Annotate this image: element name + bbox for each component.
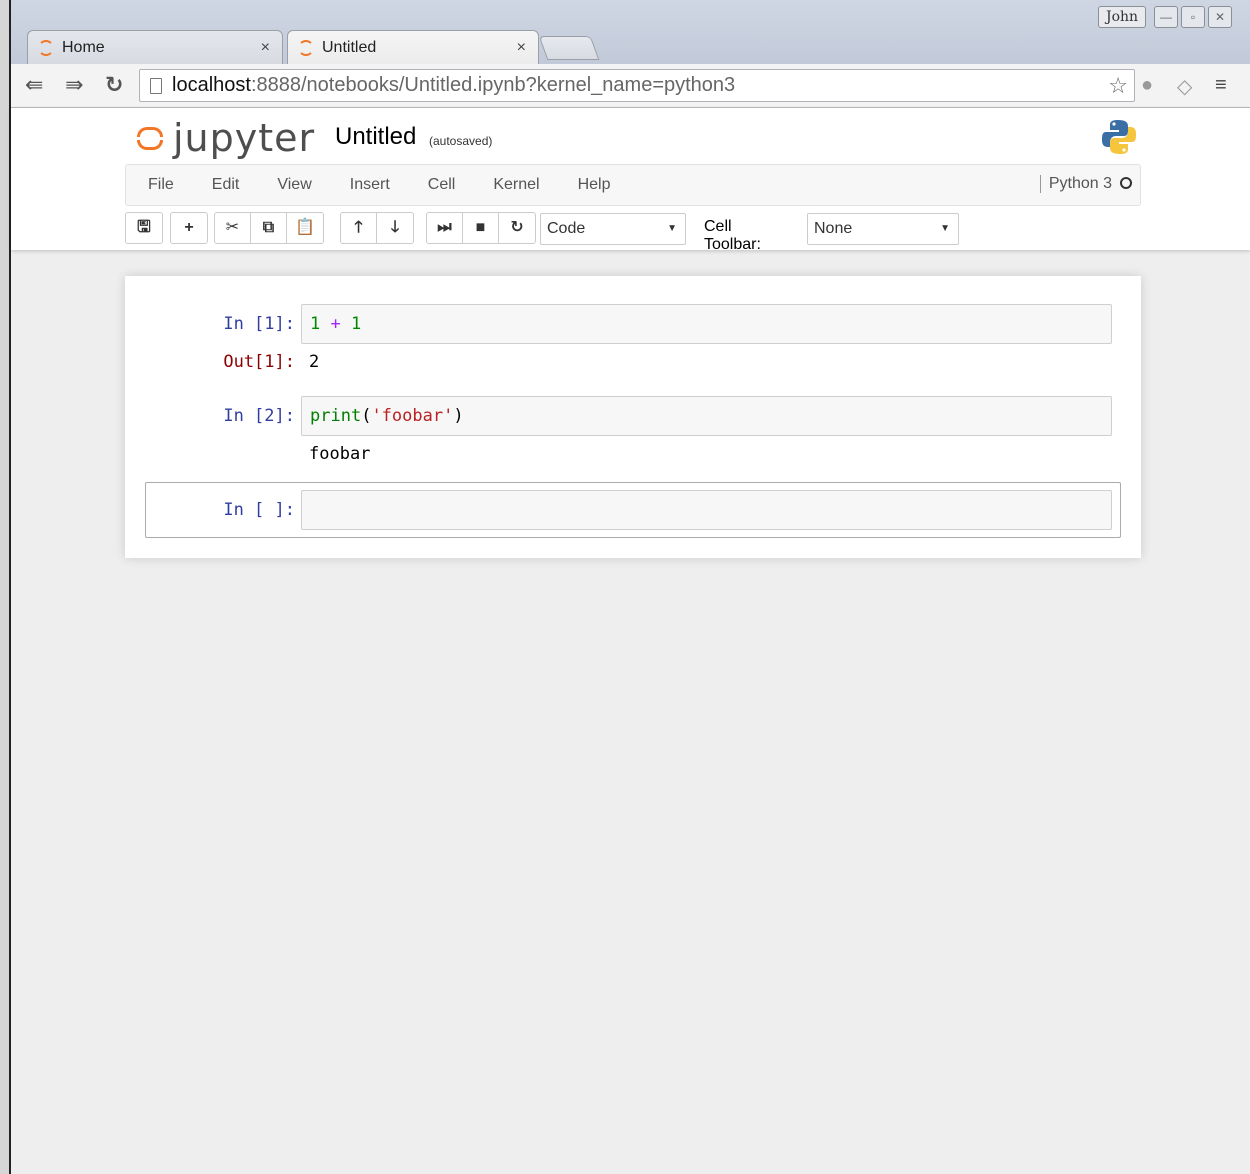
address-bar[interactable]: localhost:8888/notebooks/Untitled.ipynb?… [139,69,1135,102]
bookmark-star-icon[interactable]: ☆ [1108,70,1128,101]
jupyter-page: jupyter Untitled (autosaved) File Edit V… [11,108,1250,1174]
move-group: 🡑 🡓 [340,212,414,244]
cell-output: 2 [309,352,320,372]
tab-home[interactable]: Home × [27,30,283,64]
cell-toolbar-value: None [814,220,853,237]
tab-home-label: Home [62,38,105,56]
menu-kernel[interactable]: Kernel [493,176,539,194]
code-cell-input[interactable]: 1 + 1 [301,304,1112,344]
notebook-title[interactable]: Untitled [335,123,416,151]
browser-window: Home × Untitled × John — ▫ ✕ ⇚ ⇛ ↻ local… [9,0,1250,1174]
cell-type-value: Code [547,220,586,237]
notebook-header: jupyter Untitled (autosaved) File Edit V… [11,108,1250,253]
chevron-down-icon: ▼ [940,223,950,234]
minimize-icon[interactable]: — [1154,6,1178,28]
title-bar: Home × Untitled × John — ▫ ✕ [11,0,1250,64]
code-token: 'foobar' [371,406,454,426]
kernel-indicator: Python 3 [1039,175,1132,193]
input-prompt: In [2]: [223,406,295,426]
menu-file[interactable]: File [148,176,174,194]
code-token: 1 [310,314,321,334]
jupyter-logo[interactable]: jupyter [137,116,315,160]
restart-icon[interactable]: ↻ [499,213,535,243]
menu-edit[interactable]: Edit [212,176,240,194]
menu-icon[interactable]: ≡ [1215,74,1227,97]
menu-cell[interactable]: Cell [428,176,456,194]
profile-button[interactable]: John [1098,6,1146,28]
code-cell-input[interactable] [301,490,1112,530]
jupyter-logo-text: jupyter [173,116,316,160]
tab-close-icon[interactable]: × [517,39,526,57]
menu-help[interactable]: Help [578,176,611,194]
code-token: ) [453,406,464,426]
url-path: :8888/notebooks/Untitled.ipynb?kernel_na… [250,74,736,96]
tab-close-icon[interactable]: × [261,39,270,57]
move-down-icon[interactable]: 🡓 [377,213,413,243]
cell-toolbar-select[interactable]: None ▼ [807,213,959,245]
navigation-bar: ⇚ ⇛ ↻ localhost:8888/notebooks/Untitled.… [11,64,1250,108]
cut-icon[interactable]: ✂ [215,213,251,243]
kernel-name: Python 3 [1048,175,1112,192]
interrupt-icon[interactable]: ■ [463,213,499,243]
code-token: 1 [351,314,362,334]
extension-icon[interactable]: ● [1141,74,1153,97]
save-group: 🖫 [125,212,163,244]
notebook-container: In [1]: 1 + 1 Out[1]: 2 In [2]: print('f… [125,276,1141,558]
shield-extension-icon[interactable]: ◇ [1177,74,1192,99]
kernel-idle-icon [1120,177,1132,189]
menu-view[interactable]: View [277,176,311,194]
page-icon [150,78,162,94]
tab-untitled-label: Untitled [322,38,377,56]
chevron-down-icon: ▼ [667,223,677,234]
code-cell-input[interactable]: print('foobar') [301,396,1112,436]
autosave-status: (autosaved) [429,134,493,148]
code-token: print [310,406,362,426]
insert-group: + [170,212,208,244]
move-up-icon[interactable]: 🡑 [341,213,377,243]
menu-bar: File Edit View Insert Cell Kernel Help P… [125,164,1141,206]
forward-icon[interactable]: ⇛ [65,74,83,96]
save-icon[interactable]: 🖫 [126,213,162,243]
jupyter-logo-icon [137,125,163,151]
code-token: + [330,314,341,334]
input-prompt: In [ ]: [223,500,295,520]
back-icon[interactable]: ⇚ [25,74,43,96]
maximize-icon[interactable]: ▫ [1181,6,1205,28]
url-host: localhost [172,74,251,96]
new-tab-button[interactable] [538,36,600,60]
insert-cell-icon[interactable]: + [171,213,207,243]
code-token: ( [361,406,372,426]
close-window-icon[interactable]: ✕ [1208,6,1232,28]
run-cell-icon[interactable]: ⏭ [427,213,463,243]
python-logo-icon [1102,120,1136,154]
cell-output: foobar [309,444,371,464]
cell-type-select[interactable]: Code ▼ [540,213,686,245]
menu-insert[interactable]: Insert [350,176,390,194]
jupyter-favicon-icon [38,39,54,56]
edit-group: ✂ ⧉ 📋 [214,212,324,244]
input-prompt: In [1]: [223,314,295,334]
paste-icon[interactable]: 📋 [287,213,323,243]
run-group: ⏭ ■ ↻ [426,212,536,244]
copy-icon[interactable]: ⧉ [251,213,287,243]
tab-untitled[interactable]: Untitled × [287,30,539,64]
reload-icon[interactable]: ↻ [105,74,123,96]
output-prompt: Out[1]: [223,352,295,372]
jupyter-favicon-icon [298,39,314,56]
cell-toolbar-label: Cell Toolbar: [704,218,761,253]
